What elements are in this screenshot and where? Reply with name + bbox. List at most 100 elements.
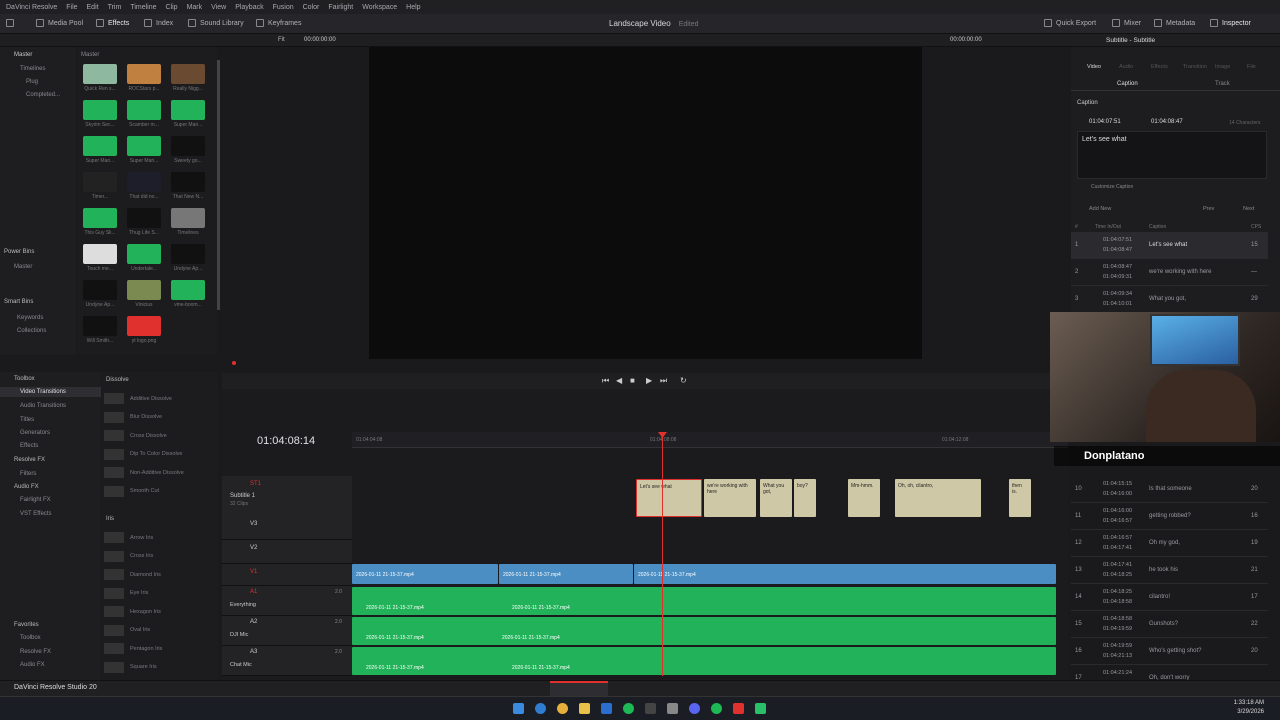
next-button[interactable]: Next — [1243, 206, 1254, 212]
transition-item[interactable]: Dip To Color Dissolve — [104, 447, 212, 462]
favorites-header[interactable]: Favorites — [14, 622, 39, 628]
caption-tab[interactable]: Caption — [1117, 81, 1138, 87]
transition-item[interactable]: Diamond Iris — [104, 567, 212, 582]
fav-audiofx-item[interactable]: Audio FX — [20, 662, 45, 668]
inspector-tab[interactable]: Effects — [1151, 64, 1168, 70]
media-thumbnail[interactable] — [127, 64, 161, 84]
video-clip[interactable]: 2026-01-11 21-15-37.mp4 — [352, 564, 498, 584]
transition-item[interactable]: Cross Dissolve — [104, 428, 212, 443]
menu-item[interactable]: Help — [406, 4, 420, 11]
metadata-button[interactable]: Metadata — [1154, 19, 1195, 27]
loop-icon[interactable]: ↻ — [680, 376, 687, 385]
transition-item[interactable]: Eye Iris — [104, 586, 212, 601]
index-button[interactable]: Index — [144, 19, 173, 27]
media-thumbnail[interactable] — [127, 208, 161, 228]
customize-caption-checkbox[interactable]: Customize Caption — [1091, 184, 1133, 190]
fav-toolbox-item[interactable]: Toolbox — [20, 635, 41, 641]
edge-icon[interactable] — [535, 703, 546, 714]
audio-clip-a1[interactable] — [352, 587, 1056, 615]
caption-row[interactable]: 3 01:04:09:34 01:04:10:01 What you got, 29 — [1071, 286, 1268, 313]
caption-row[interactable]: 14 01:04:18:25 01:04:18:58 cilantro! 17 — [1071, 584, 1268, 611]
smart-bin-keywords[interactable]: Keywords — [17, 315, 43, 321]
subtitle-clip[interactable]: Let's see what — [636, 479, 702, 517]
transition-item[interactable]: Blur Dissolve — [104, 410, 212, 425]
viewer-scrubber[interactable] — [232, 361, 236, 365]
caption-text-input[interactable]: Let's see what — [1077, 131, 1267, 179]
media-thumbnail[interactable] — [171, 64, 205, 84]
subtitle-clip[interactable]: Mm-hmm. — [848, 479, 880, 517]
stop-icon[interactable]: ■ — [630, 376, 635, 385]
transition-item[interactable]: Square Iris — [104, 660, 212, 675]
prev-button[interactable]: Prev — [1203, 206, 1214, 212]
fav-resolvefx-item[interactable]: Resolve FX — [20, 649, 51, 655]
media-thumbnail[interactable] — [171, 136, 205, 156]
app-icon[interactable] — [733, 703, 744, 714]
quick-export-button[interactable]: Quick Export — [1044, 19, 1096, 27]
caption-row[interactable]: 12 01:04:16:57 01:04:17:41 Oh my god, 19 — [1071, 530, 1268, 557]
menu-item[interactable]: File — [66, 4, 77, 11]
media-thumbnail[interactable] — [83, 316, 117, 336]
caption-out-field[interactable]: 01:04:08:47 — [1151, 119, 1183, 125]
subtitle-clip[interactable]: What you got, — [760, 479, 792, 517]
timeline-ruler[interactable]: 01:04:04:08 01:04:08:08 01:04:12:08 — [352, 432, 1068, 448]
media-thumbnail[interactable] — [171, 208, 205, 228]
media-thumbnail[interactable] — [83, 208, 117, 228]
resolve-fx-header[interactable]: Resolve FX — [14, 457, 45, 463]
toolbox-header[interactable]: Toolbox — [14, 376, 35, 382]
bin-completed[interactable]: Completed... — [26, 92, 60, 98]
discord-icon[interactable] — [689, 703, 700, 714]
power-bin-master[interactable]: Master — [14, 264, 32, 270]
caption-row[interactable]: 2 01:04:08:47 01:04:09:31 we're working wit… — [1071, 259, 1268, 286]
media-thumbnail[interactable] — [171, 244, 205, 264]
inspector-tab[interactable]: File — [1247, 64, 1256, 70]
menu-item[interactable]: Color — [303, 4, 320, 11]
caption-row[interactable]: 16 01:04:19:59 01:04:21:13 Who's getting sh… — [1071, 638, 1268, 665]
skip-start-icon[interactable]: ⏮ — [602, 376, 609, 386]
spotify-icon[interactable] — [711, 703, 722, 714]
folder-icon[interactable] — [579, 703, 590, 714]
fairlight-fx-item[interactable]: Fairlight FX — [20, 497, 51, 503]
chrome-icon[interactable] — [557, 703, 568, 714]
timeline-viewer[interactable] — [369, 47, 922, 359]
media-thumbnail[interactable] — [127, 244, 161, 264]
media-thumbnail[interactable] — [83, 100, 117, 120]
sound-library-button[interactable]: Sound Library — [188, 19, 244, 27]
resolve-icon[interactable] — [645, 703, 656, 714]
media-thumbnail[interactable] — [83, 244, 117, 264]
filters-item[interactable]: Filters — [20, 471, 36, 477]
media-thumbnail[interactable] — [83, 172, 117, 192]
video-clip[interactable]: 2026-01-11 21-15-37.mp4 — [634, 564, 1056, 584]
start-icon[interactable] — [513, 703, 524, 714]
video-transitions-item[interactable]: Video Transitions — [20, 389, 66, 395]
transition-item[interactable]: Additive Dissolve — [104, 391, 212, 406]
inspector-tab[interactable]: Transition — [1183, 64, 1207, 70]
app-icon[interactable] — [667, 703, 678, 714]
bin-plug[interactable]: Plug — [26, 79, 38, 85]
inspector-tab[interactable]: Image — [1215, 64, 1230, 70]
mixer-button[interactable]: Mixer — [1112, 19, 1141, 27]
add-new-button[interactable]: Add New — [1089, 206, 1111, 212]
transition-item[interactable]: Cross Iris — [104, 549, 212, 564]
menu-item[interactable]: Fusion — [273, 4, 294, 11]
transition-item[interactable]: Arrow Iris — [104, 530, 212, 545]
keyframes-button[interactable]: Keyframes — [256, 19, 301, 27]
subtitle-clip[interactable]: boy? — [794, 479, 816, 517]
inspector-tab[interactable]: Audio — [1119, 64, 1133, 70]
caption-row[interactable]: 1 01:04:07:51 01:04:08:47 Let's see what 15 — [1071, 232, 1268, 259]
track-header-v3[interactable]: V3 — [222, 516, 352, 540]
edit-page-tab[interactable] — [550, 681, 608, 697]
spotify-icon[interactable] — [623, 703, 634, 714]
menu-item[interactable]: Edit — [87, 4, 99, 11]
media-scrollbar[interactable] — [217, 60, 220, 310]
effects-button[interactable]: Effects — [96, 19, 129, 27]
audio-clip-a2[interactable] — [352, 617, 1056, 645]
effects-item[interactable]: Effects — [20, 443, 38, 449]
media-thumbnail[interactable] — [127, 100, 161, 120]
caption-in-field[interactable]: 01:04:07:51 — [1089, 119, 1121, 125]
app-icon[interactable] — [601, 703, 612, 714]
media-thumbnail[interactable] — [83, 64, 117, 84]
caption-row[interactable]: 13 01:04:17:41 01:04:18:25 he took his 21 — [1071, 557, 1268, 584]
caption-row[interactable]: 15 01:04:18:58 01:04:19:59 Gunshots? 22 — [1071, 611, 1268, 638]
media-thumbnail[interactable] — [83, 280, 117, 300]
play-icon[interactable]: ▶ — [646, 376, 652, 385]
